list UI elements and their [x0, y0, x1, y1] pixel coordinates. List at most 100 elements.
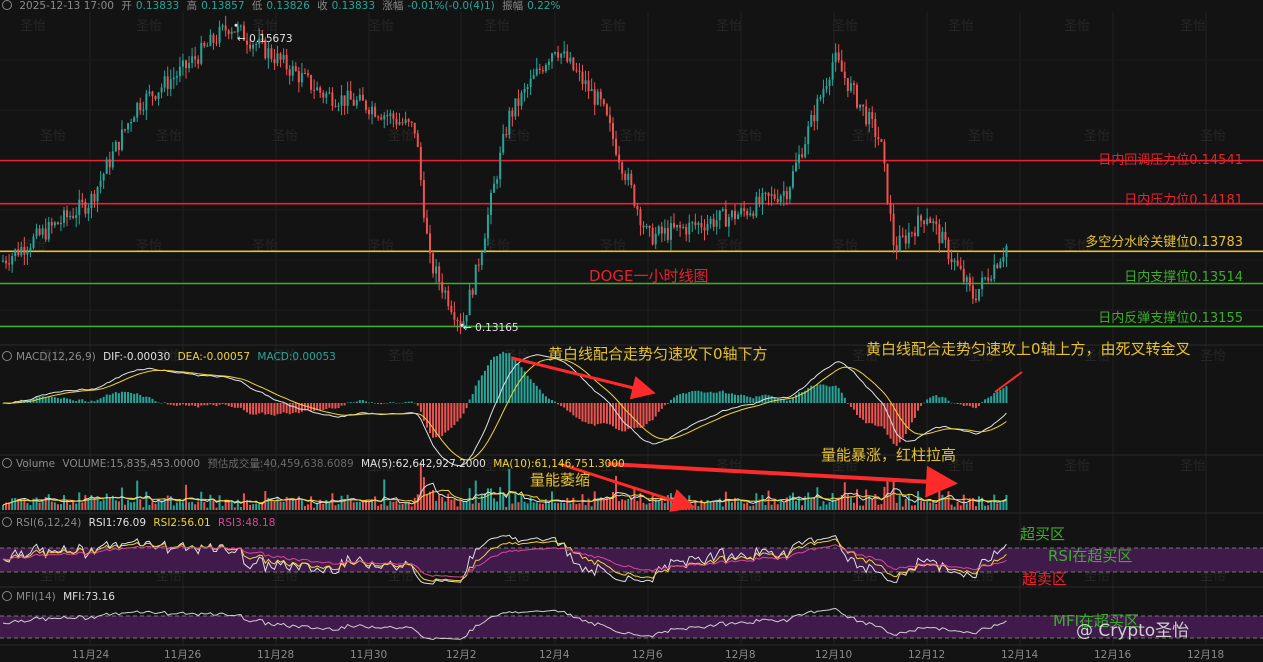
watermark-text: 圣怡: [1064, 19, 1090, 34]
volume-bar: [108, 498, 111, 510]
volume-bar: [1005, 494, 1008, 510]
macd-bar: [886, 403, 889, 435]
macd-bar: [978, 403, 980, 406]
macd-bar: [746, 396, 749, 403]
macd-bar: [279, 403, 282, 414]
volume-bar: [233, 507, 236, 510]
candle-body: [288, 69, 291, 76]
macd-bar: [944, 397, 947, 403]
candle-body: [325, 93, 328, 98]
candle-body: [47, 222, 50, 240]
candle-body: [346, 90, 349, 106]
candle-body: [749, 213, 752, 216]
macd-bar: [78, 399, 81, 403]
candle-body: [648, 226, 651, 228]
macd-bar: [81, 399, 84, 403]
macd-bar: [624, 403, 627, 432]
volume-bar: [340, 495, 343, 510]
volume-bar: [538, 503, 541, 510]
volume-bar: [102, 499, 105, 510]
candle-body: [517, 98, 520, 106]
candle-body: [999, 261, 1002, 268]
volume-bar: [987, 505, 990, 510]
volume-bar: [624, 500, 627, 510]
macd-bar: [486, 365, 489, 403]
volume-bar: [459, 500, 462, 510]
macd-bar: [572, 403, 575, 416]
candle-body: [102, 173, 105, 181]
candle-body: [563, 51, 566, 54]
macd-bar: [425, 403, 428, 428]
volume-bar: [566, 497, 569, 510]
candle-body: [236, 26, 239, 33]
candle-body: [438, 266, 441, 282]
volume-bar: [834, 500, 837, 510]
macd-bar: [569, 403, 572, 413]
candle-body: [75, 215, 78, 218]
candle-body: [904, 235, 907, 244]
volume-bar: [926, 500, 929, 510]
candle-body: [612, 123, 614, 139]
candle-body: [124, 129, 126, 131]
macd-bar: [544, 396, 547, 403]
macd-bar: [715, 392, 718, 403]
candle-body: [499, 152, 502, 180]
candle-body: [551, 53, 553, 62]
volume-bar: [746, 502, 749, 510]
macd-bar: [929, 397, 932, 403]
macd-bar: [956, 403, 959, 405]
volume-bar: [910, 505, 913, 510]
volume-bar: [608, 497, 611, 510]
macd-bar: [822, 384, 825, 403]
volume-bar: [953, 506, 956, 510]
macd-bar: [642, 403, 645, 427]
macd-bar: [962, 403, 965, 406]
candle-body: [892, 213, 895, 246]
candle-body: [825, 85, 828, 90]
volume-bar: [947, 491, 950, 510]
candle-body: [496, 179, 499, 184]
volume-bar: [358, 501, 361, 510]
volume-bar: [819, 506, 822, 510]
candle-body: [56, 222, 59, 225]
macd-bar: [264, 403, 267, 415]
volume-bar: [413, 497, 416, 510]
volume-bar: [139, 499, 142, 510]
volume-bar: [932, 502, 935, 510]
settings-icon[interactable]: [2, 0, 12, 10]
rsi-settings-icon[interactable]: [2, 517, 12, 527]
candle-body: [212, 34, 215, 43]
candle-body: [59, 222, 62, 225]
watermark-text: 圣怡: [1200, 349, 1226, 364]
volume-bar: [898, 495, 901, 510]
macd-bar: [120, 391, 123, 403]
candle-body: [194, 56, 197, 60]
candle-body: [456, 319, 459, 322]
macd-bar: [935, 395, 938, 403]
volume-bar: [691, 505, 694, 510]
macd-bar: [694, 390, 697, 403]
volume-bar: [520, 493, 523, 510]
macd-settings-icon[interactable]: [2, 351, 12, 361]
macd-bar: [679, 394, 682, 403]
macd-bar: [267, 403, 270, 415]
volume-bar: [648, 503, 651, 510]
candle-body: [666, 227, 669, 240]
macd-bar: [203, 403, 206, 406]
volume-bar: [1002, 501, 1005, 510]
volume-settings-icon[interactable]: [2, 458, 12, 468]
mfi-settings-icon[interactable]: [2, 591, 12, 601]
macd-bar: [459, 403, 462, 419]
candle-body: [804, 144, 807, 158]
x-tick: 12月16: [1094, 649, 1132, 661]
watermark-text: 圣怡: [1180, 19, 1206, 34]
macd-bar: [987, 397, 990, 403]
macd-bar: [651, 403, 654, 421]
macd-bar: [615, 403, 618, 429]
volume-bar: [401, 503, 404, 510]
volume-bar: [389, 501, 392, 510]
volume-name: Volume: [16, 458, 56, 470]
macd-bar: [874, 403, 877, 426]
macd-bar: [709, 391, 712, 403]
macd-bar: [340, 403, 343, 406]
